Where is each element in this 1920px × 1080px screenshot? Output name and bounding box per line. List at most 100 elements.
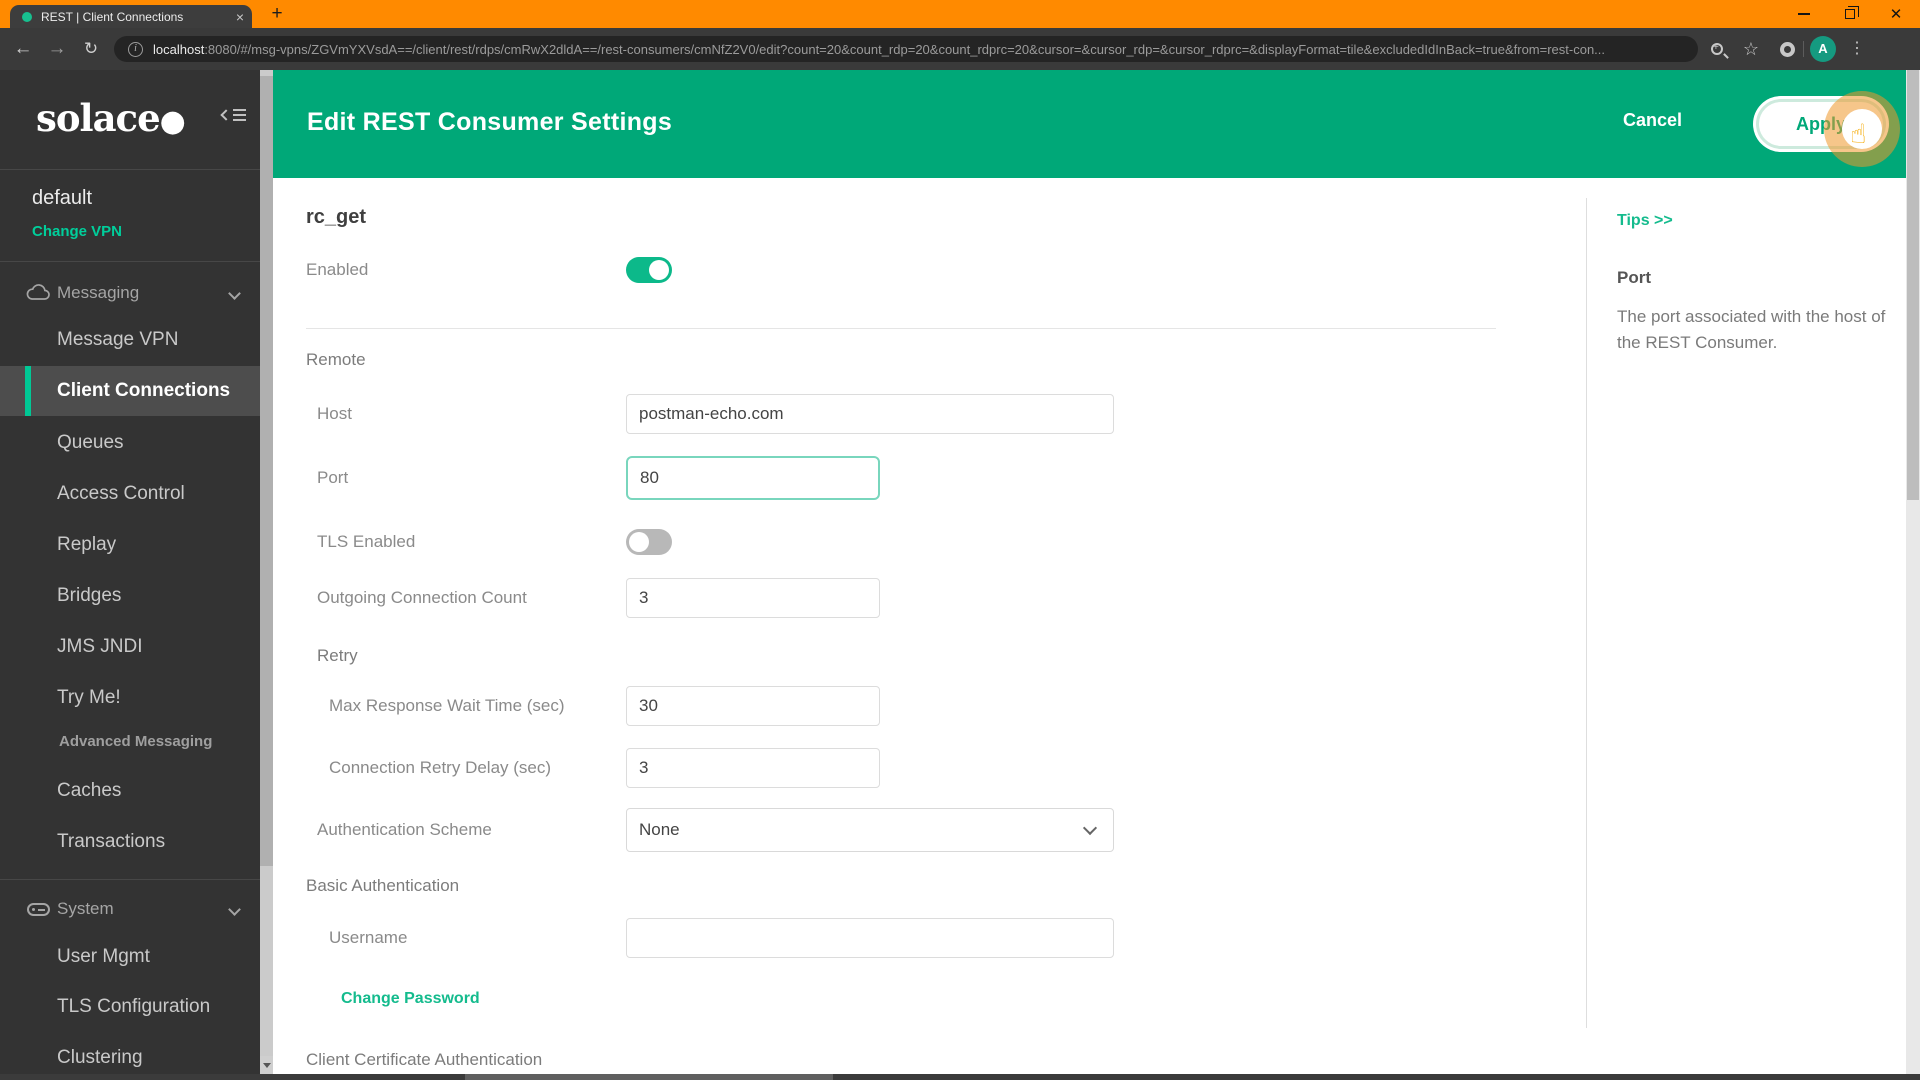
collapse-sidebar-icon[interactable] [220, 106, 248, 128]
apply-button[interactable]: Apply [1756, 99, 1886, 149]
page-header: Edit REST Consumer Settings Cancel Apply… [273, 70, 1906, 178]
sidebar-item-client-connections[interactable]: Client Connections [0, 366, 260, 416]
max-response-wait-row: Max Response Wait Time (sec) [273, 686, 1573, 726]
retry-section-label: Retry [317, 646, 358, 665]
bottom-scrollbar-thumb[interactable] [465, 1074, 833, 1080]
page-scrollbar-thumb[interactable] [1907, 70, 1919, 500]
profile-avatar[interactable]: A [1810, 36, 1836, 62]
solace-logo: solace● [36, 96, 186, 140]
tab-close-icon[interactable]: × [236, 10, 244, 24]
chevron-down-icon [1082, 820, 1098, 836]
tls-enabled-toggle[interactable] [626, 529, 672, 555]
magnifier-icon [1711, 42, 1723, 55]
sidebar-section-system[interactable]: System [0, 884, 260, 934]
tls-enabled-row: TLS Enabled [273, 522, 1573, 562]
screen: REST | Client Connections × + ✕ ← → ↻ i … [0, 0, 1920, 1080]
tips-body: The port associated with the host of the… [1617, 307, 1886, 353]
sidebar-scrollbar[interactable] [260, 70, 273, 1074]
url-host: localhost [153, 41, 205, 57]
window-minimize-button[interactable] [1781, 0, 1827, 28]
host-row: Host [273, 394, 1573, 434]
new-tab-button[interactable]: + [266, 3, 288, 25]
connection-retry-delay-input[interactable] [626, 748, 880, 788]
toggle-knob [629, 532, 649, 552]
bottom-scrollbar [0, 1074, 1920, 1080]
outgoing-connection-count-input[interactable] [626, 578, 880, 618]
cancel-button[interactable]: Cancel [1623, 110, 1682, 131]
sidebar-logo-row: solace● [0, 70, 260, 170]
scroll-down-arrow-icon[interactable] [260, 1056, 273, 1074]
authentication-scheme-select[interactable]: None [626, 808, 1114, 852]
url-text: localhost:8080/#/msg-vpns/ZGVmYXVsdA==/c… [153, 42, 1605, 57]
logo-text: solace [36, 96, 161, 140]
section-divider [306, 328, 1496, 329]
browser-toolbar: ← → ↻ i localhost:8080/#/msg-vpns/ZGVmYX… [0, 28, 1920, 70]
toggle-knob [649, 260, 669, 280]
address-bar[interactable]: i localhost:8080/#/msg-vpns/ZGVmYXVsdA==… [114, 36, 1698, 62]
change-vpn-link[interactable]: Change VPN [32, 223, 122, 240]
tls-enabled-label: TLS Enabled [317, 532, 416, 551]
authentication-scheme-row: Authentication Scheme None [273, 808, 1573, 852]
host-label: Host [317, 404, 352, 423]
sidebar-item-access-control[interactable]: Access Control [0, 469, 260, 519]
restore-icon [1845, 6, 1859, 19]
bookmark-star-icon[interactable]: ☆ [1736, 28, 1766, 70]
vpn-block: default Change VPN [0, 171, 260, 262]
sidebar-subheader-advanced-messaging: Advanced Messaging [59, 733, 213, 750]
minimize-icon [1798, 13, 1810, 15]
sidebar-item-transactions[interactable]: Transactions [0, 817, 260, 867]
authentication-scheme-label: Authentication Scheme [317, 820, 492, 839]
username-input[interactable] [626, 918, 1114, 958]
port-input[interactable] [626, 456, 880, 500]
logo-dot: ● [159, 104, 186, 139]
enabled-toggle[interactable] [626, 257, 672, 283]
back-button[interactable]: ← [8, 28, 38, 70]
sidebar-scrollbar-thumb[interactable] [260, 76, 273, 866]
favicon-icon [22, 11, 32, 22]
sidebar-item-replay[interactable]: Replay [0, 520, 260, 570]
tips-link[interactable]: Tips >> [1617, 212, 1892, 230]
max-response-wait-input[interactable] [626, 686, 880, 726]
remote-section-label: Remote [306, 350, 366, 369]
reload-button[interactable]: ↻ [76, 28, 106, 70]
host-input[interactable] [626, 394, 1114, 434]
connection-retry-delay-label: Connection Retry Delay (sec) [329, 758, 552, 777]
extension-icon[interactable] [1772, 28, 1802, 70]
sidebar-section-messaging[interactable]: Messaging [0, 268, 260, 318]
port-row: Port [273, 456, 1573, 500]
sidebar-item-message-vpn[interactable]: Message VPN [0, 315, 260, 365]
sidebar-item-caches[interactable]: Caches [0, 766, 260, 816]
change-password-link[interactable]: Change Password [341, 990, 480, 1008]
window-restore-button[interactable] [1827, 0, 1873, 28]
connection-retry-delay-row: Connection Retry Delay (sec) [273, 748, 1573, 788]
sidebar-item-try-me[interactable]: Try Me! [0, 673, 260, 723]
outgoing-connection-count-row: Outgoing Connection Count [273, 578, 1573, 618]
sidebar-item-queues[interactable]: Queues [0, 418, 260, 468]
forward-button[interactable]: → [42, 28, 72, 70]
tips-heading: Port [1617, 268, 1651, 287]
page-title: Edit REST Consumer Settings [307, 108, 673, 136]
outgoing-connection-count-label: Outgoing Connection Count [317, 588, 527, 607]
vpn-name: default [32, 187, 93, 209]
username-label: Username [329, 928, 408, 947]
site-info-icon[interactable]: i [128, 41, 143, 57]
sidebar-item-bridges[interactable]: Bridges [0, 571, 260, 621]
page-scrollbar[interactable] [1906, 70, 1920, 1080]
browser-menu-icon[interactable]: ⋮ [1845, 28, 1869, 70]
browser-titlebar: REST | Client Connections × + ✕ [0, 0, 1920, 28]
settings-form: rc_get Enabled Remote Host Port TLS Enab… [273, 178, 1906, 1074]
sidebar-item-tls-configuration[interactable]: TLS Configuration [0, 982, 260, 1032]
cloud-icon [26, 284, 51, 301]
consumer-name: rc_get [306, 206, 367, 228]
sidebar-item-clustering[interactable]: Clustering [0, 1033, 260, 1074]
window-close-button[interactable]: ✕ [1873, 0, 1919, 28]
browser-tab[interactable]: REST | Client Connections × [10, 5, 252, 28]
tips-panel: Tips >> Port The port associated with th… [1586, 198, 1892, 1028]
close-icon: ✕ [1889, 5, 1903, 23]
sidebar-item-user-mgmt[interactable]: User Mgmt [0, 932, 260, 982]
main-panel: Edit REST Consumer Settings Cancel Apply… [273, 70, 1906, 1074]
sidebar-item-jms-jndi[interactable]: JMS JNDI [0, 622, 260, 672]
client-certificate-section-label: Client Certificate Authentication [306, 1050, 543, 1069]
chevron-down-icon [228, 287, 241, 300]
zoom-icon[interactable] [1702, 28, 1732, 70]
